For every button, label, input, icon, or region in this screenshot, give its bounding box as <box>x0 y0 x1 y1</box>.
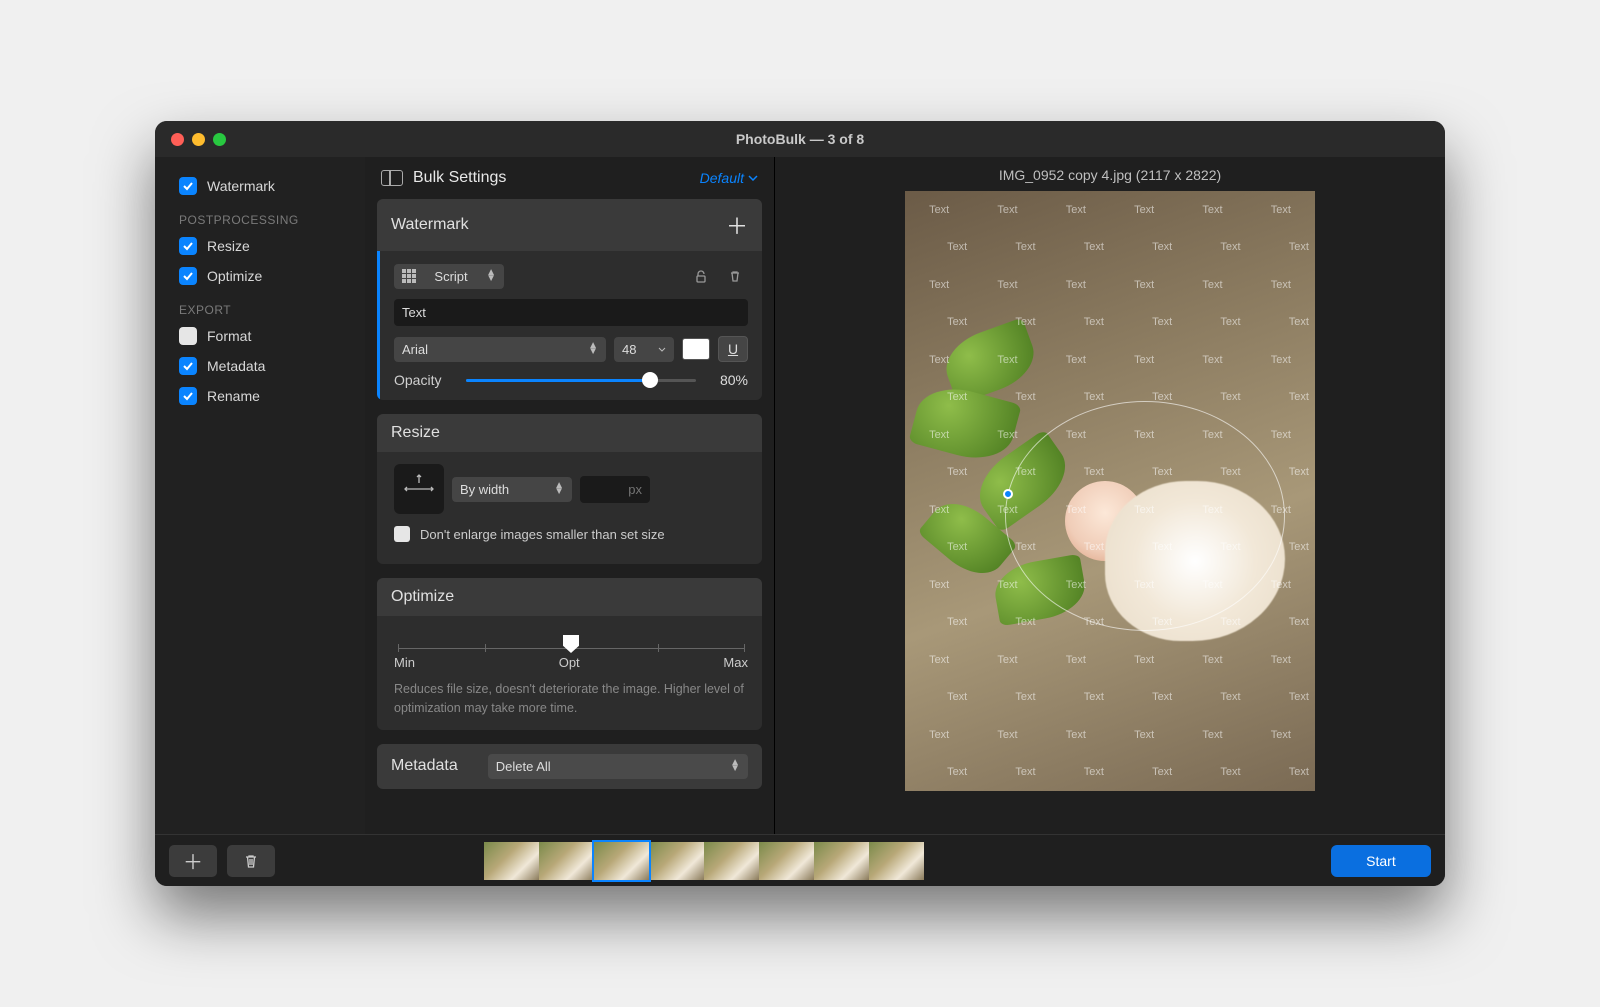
maximize-window-button[interactable] <box>213 133 226 146</box>
font-select[interactable]: Arial ▲▼ <box>394 337 606 362</box>
section-watermark: Watermark ＋ Script ▲▼ <box>377 199 762 400</box>
noenlarge-checkbox[interactable] <box>394 526 410 542</box>
section-title: Watermark <box>391 216 469 234</box>
sidebar-label: Resize <box>207 238 250 254</box>
preset-dropdown[interactable]: Default <box>700 170 758 186</box>
thumbnail[interactable] <box>814 842 869 880</box>
sidebar-label: Watermark <box>207 178 275 194</box>
thumbnail[interactable] <box>484 842 539 880</box>
thumbnail-selected[interactable] <box>594 842 649 880</box>
watermark-type-select[interactable]: Script ▲▼ <box>394 264 504 289</box>
section-title: Metadata <box>391 757 458 775</box>
resize-value-input[interactable] <box>580 476 650 503</box>
preview-image[interactable]: TextTextTextTextTextTextTextTextTextText… <box>905 191 1315 791</box>
resize-dimension-icon[interactable] <box>394 464 444 514</box>
thumbnail-strip <box>484 842 924 880</box>
opacity-value: 80% <box>708 372 748 388</box>
checkbox-icon[interactable] <box>179 177 197 195</box>
trash-icon[interactable] <box>722 263 748 289</box>
thumbnail[interactable] <box>539 842 594 880</box>
opacity-slider[interactable] <box>466 379 696 382</box>
footer: ＋ Start <box>155 834 1445 886</box>
sidebar-label: Rename <box>207 388 260 404</box>
checkbox-icon[interactable] <box>179 387 197 405</box>
section-optimize: Optimize Min Opt M <box>377 578 762 730</box>
app-window: PhotoBulk — 3 of 8 Watermark POSTPROCESS… <box>155 121 1445 886</box>
sidebar-label: Format <box>207 328 251 344</box>
sidebar-item-watermark[interactable]: Watermark <box>167 171 353 201</box>
optimize-min-label: Min <box>394 655 415 670</box>
titlebar: PhotoBulk — 3 of 8 <box>155 121 1445 157</box>
font-size-select[interactable]: 48 <box>614 337 674 362</box>
color-picker[interactable] <box>682 338 710 360</box>
optimize-note: Reduces file size, doesn't deteriorate t… <box>394 680 748 718</box>
settings-panel: Bulk Settings Default Watermark ＋ <box>365 157 775 834</box>
opacity-label: Opacity <box>394 372 454 388</box>
panel-layout-icon[interactable] <box>381 170 403 186</box>
delete-images-button[interactable] <box>227 845 275 877</box>
sidebar-label: Optimize <box>207 268 262 284</box>
checkbox-icon[interactable] <box>179 267 197 285</box>
checkbox-icon[interactable] <box>179 357 197 375</box>
sidebar-item-metadata[interactable]: Metadata <box>167 351 353 381</box>
slider-thumb[interactable] <box>642 372 658 388</box>
sidebar-group-postprocessing: POSTPROCESSING <box>179 213 353 227</box>
checkbox-icon[interactable] <box>179 327 197 345</box>
minimize-window-button[interactable] <box>192 133 205 146</box>
close-window-button[interactable] <box>171 133 184 146</box>
metadata-mode-select[interactable]: Delete All ▲▼ <box>488 754 748 779</box>
grid-pattern-icon <box>402 269 416 283</box>
sidebar-label: Metadata <box>207 358 265 374</box>
add-watermark-button[interactable]: ＋ <box>726 209 748 241</box>
preview-panel: IMG_0952 copy 4.jpg (2117 x 2822) TextTe… <box>775 157 1445 834</box>
section-resize: Resize By width ▲▼ <box>377 414 762 564</box>
add-images-button[interactable]: ＋ <box>169 845 217 877</box>
section-title: Resize <box>391 424 440 442</box>
chevron-down-icon <box>658 347 666 352</box>
underline-button[interactable]: U <box>718 336 748 362</box>
slider-thumb[interactable] <box>563 635 579 653</box>
window-title: PhotoBulk — 3 of 8 <box>155 131 1445 147</box>
section-title: Optimize <box>391 588 454 606</box>
optimize-max-label: Max <box>723 655 748 670</box>
sidebar-item-format[interactable]: Format <box>167 321 353 351</box>
preview-filename: IMG_0952 copy 4.jpg (2117 x 2822) <box>999 167 1221 183</box>
thumbnail[interactable] <box>869 842 924 880</box>
sidebar: Watermark POSTPROCESSING Resize Optimize… <box>155 157 365 834</box>
thumbnail[interactable] <box>704 842 759 880</box>
thumbnail[interactable] <box>649 842 704 880</box>
noenlarge-label: Don't enlarge images smaller than set si… <box>420 527 665 542</box>
resize-mode-select[interactable]: By width ▲▼ <box>452 477 572 502</box>
watermark-text-overlay: TextTextTextTextTextTextTextTextTextText… <box>905 191 1315 791</box>
section-metadata: Metadata Delete All ▲▼ <box>377 744 762 789</box>
sidebar-group-export: EXPORT <box>179 303 353 317</box>
sidebar-item-rename[interactable]: Rename <box>167 381 353 411</box>
optimize-opt-label: Opt <box>559 655 580 670</box>
sidebar-item-optimize[interactable]: Optimize <box>167 261 353 291</box>
start-button[interactable]: Start <box>1331 845 1431 877</box>
watermark-text-input[interactable] <box>394 299 748 326</box>
settings-title: Bulk Settings <box>381 169 506 187</box>
checkbox-icon[interactable] <box>179 237 197 255</box>
chevron-down-icon <box>748 175 758 181</box>
unlock-icon[interactable] <box>688 263 714 289</box>
optimize-slider[interactable] <box>398 648 744 649</box>
thumbnail[interactable] <box>759 842 814 880</box>
sidebar-item-resize[interactable]: Resize <box>167 231 353 261</box>
